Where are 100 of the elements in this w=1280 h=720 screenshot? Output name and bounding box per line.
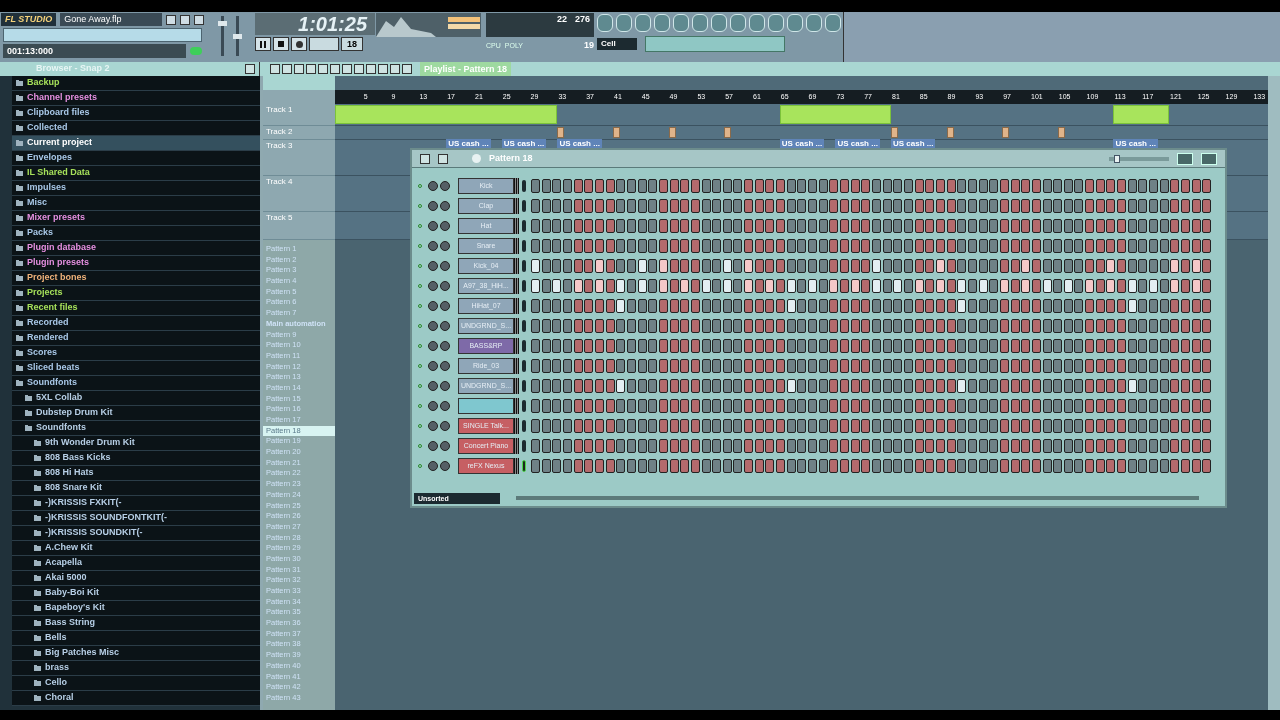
sample-clip[interactable] [891,127,898,138]
channel-select-indicator[interactable] [522,280,526,292]
track-name[interactable]: Track 2 [266,126,293,138]
audio-clip[interactable]: US cash ... [835,139,880,148]
browser-item[interactable]: Projects [12,286,260,301]
pattern-clip[interactable] [779,105,891,124]
vertical-scrollbar[interactable] [1268,76,1280,240]
browser-item[interactable]: Channel presets [12,91,260,106]
sample-clip[interactable] [613,127,620,138]
channel-select-indicator[interactable] [522,360,526,372]
toolbar-button[interactable] [616,14,632,32]
browser-item[interactable]: 808 Bass Kicks [12,451,260,466]
browser-item[interactable]: Clipboard files [12,106,260,121]
toolbar-button[interactable] [768,14,784,32]
pattern-clip[interactable] [1113,105,1169,124]
channel-select-indicator[interactable] [522,460,526,472]
channel-select-indicator[interactable] [522,260,526,272]
toolbar-button[interactable] [635,14,651,32]
restore-button[interactable] [180,14,190,25]
channel-select-indicator[interactable] [522,200,526,212]
sample-clip[interactable] [724,127,732,138]
keyboard-editor-button[interactable] [1201,152,1217,165]
toolbar-button[interactable] [806,14,822,32]
browser-item[interactable]: Envelopes [12,151,260,166]
browser-item[interactable]: Recent files [12,301,260,316]
browser-item[interactable]: Baby-Boi Kit [12,586,260,601]
toolbar-button[interactable] [787,14,803,32]
browser-item[interactable]: 5XL Collab [12,391,260,406]
browser-item[interactable]: Backup [12,76,260,91]
graph-editor-button[interactable] [1177,152,1193,165]
browser-item[interactable]: Packs [12,226,260,241]
minimize-button[interactable] [166,14,176,25]
channel-select-indicator[interactable] [522,320,526,332]
close-button[interactable] [245,64,255,74]
toolbar-button[interactable] [749,14,765,32]
audio-clip[interactable]: US cash ... [1113,139,1158,148]
toolbar-button[interactable] [597,14,613,32]
toolbar-button[interactable] [730,14,746,32]
browser-item[interactable]: Choral [12,691,260,706]
channel-select-indicator[interactable] [522,420,526,432]
browser-item[interactable]: Rendered [12,331,260,346]
pause-button[interactable] [255,37,271,51]
browser-item[interactable]: -)KRISSIS SOUNDFONTKIT(- [12,511,260,526]
browser-item[interactable]: Dubstep Drum Kit [12,406,260,421]
sample-clip[interactable] [946,127,954,138]
browser-item[interactable]: Impulses [12,181,260,196]
close-button[interactable] [194,14,204,25]
browser-item[interactable]: Sliced beats [12,361,260,376]
audio-clip[interactable]: US cash ... [501,139,547,148]
browser-item[interactable]: Akai 5000 [12,571,260,586]
browser-item[interactable]: Plugin database [12,241,260,256]
track-name[interactable]: Track 4 [266,176,293,188]
horizontal-scrollbar[interactable] [516,496,1199,500]
record-button[interactable] [291,37,307,51]
sample-clip[interactable] [1057,127,1065,138]
browser-item[interactable]: Bapeboy's Kit [12,601,260,616]
pattern-number-display[interactable]: 18 [341,37,363,51]
browser-item[interactable]: IL Shared Data [12,166,260,181]
graph-toggle-button[interactable] [438,153,448,164]
browser-item[interactable]: Recorded [12,316,260,331]
pattern-selector[interactable]: Pattern 18 [489,151,533,166]
channel-select-indicator[interactable] [522,300,526,312]
sample-clip[interactable] [668,127,676,138]
pattern-clip[interactable] [335,105,558,124]
toolbar-button[interactable] [825,14,841,32]
channel-select-indicator[interactable] [522,180,526,192]
toolbar-button[interactable] [711,14,727,32]
stop-button[interactable] [273,37,289,51]
browser-item[interactable]: brass [12,661,260,676]
snap-dropdown[interactable]: Cell [597,38,637,50]
track-name[interactable]: Track 3 [266,140,293,152]
swing-slider[interactable] [1114,154,1121,163]
browser-item[interactable]: Acapella [12,556,260,571]
track-name[interactable]: Track 5 [266,212,293,224]
audio-clip[interactable]: US cash ... [779,139,825,148]
browser-item[interactable]: Project bones [12,271,260,286]
audio-clip[interactable]: US cash ... [446,139,491,148]
browser-item[interactable]: Big Patches Misc [12,646,260,661]
toolbar-button[interactable] [692,14,708,32]
browser-item[interactable]: -)KRISSIS SOUNDKIT(- [12,526,260,541]
audio-clip[interactable]: US cash ... [891,139,936,148]
sample-clip[interactable] [557,127,565,138]
channel-select-indicator[interactable] [522,240,526,252]
channel-select-indicator[interactable] [522,220,526,232]
browser-item[interactable]: 808 Hi Hats [12,466,260,481]
toolbar-button[interactable] [654,14,670,32]
browser-item[interactable]: Soundfonts [12,421,260,436]
master-volume-slider[interactable] [218,21,227,27]
browser-item[interactable]: Misc [12,196,260,211]
browser-item[interactable]: 9th Wonder Drum Kit [12,436,260,451]
browser-item[interactable]: Bells [12,631,260,646]
browser-item[interactable]: Plugin presets [12,256,260,271]
channel-select-indicator[interactable] [522,380,526,392]
window-menu-button[interactable] [420,153,430,164]
browser-item[interactable]: Bass String [12,616,260,631]
browser-item[interactable]: 808 Snare Kit [12,481,260,496]
browser-item[interactable]: Mixer presets [12,211,260,226]
sample-clip[interactable] [1002,127,1010,138]
vertical-scrollbar[interactable] [1268,240,1280,710]
channel-select-indicator[interactable] [522,440,526,452]
